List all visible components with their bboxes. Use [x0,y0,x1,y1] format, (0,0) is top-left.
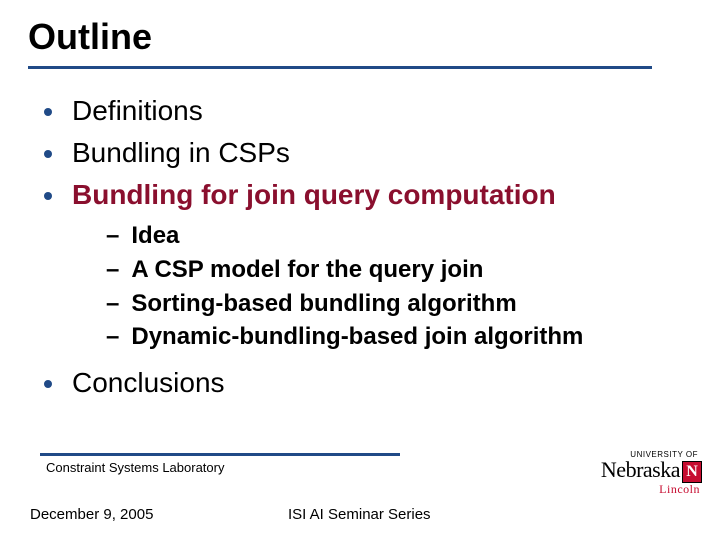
sub-text: Sorting-based bundling algorithm [131,287,516,321]
logo-n-mark-icon: N [682,461,702,483]
dash-icon: – [106,320,119,354]
nebraska-logo: UNIVERSITY OF Nebraska N Lincoln [582,450,702,497]
sub-text: Dynamic-bundling-based join algorithm [131,320,583,354]
bullet-text: Bundling in CSPs [72,134,290,172]
logo-nebraska-text: Nebraska [601,457,680,483]
dash-icon: – [106,253,119,287]
bullet-text: Definitions [72,92,203,130]
bullet-text: Bundling for join query computation [72,176,556,214]
footer-date: December 9, 2005 [30,506,153,523]
sub-text: Idea [131,219,179,253]
sub-text: A CSP model for the query join [131,253,483,287]
logo-main-line: Nebraska N [582,457,702,483]
sub-dynamic-algo: – Dynamic-bundling-based join algorithm [106,320,684,354]
dash-icon: – [106,287,119,321]
bullet-definitions: Definitions [44,92,684,130]
bullet-icon [44,108,52,116]
sub-sorting-algo: – Sorting-based bundling algorithm [106,287,684,321]
footer-rule [40,453,400,456]
sub-list: – Idea – A CSP model for the query join … [106,219,684,353]
lab-name: Constraint Systems Laboratory [46,460,224,475]
logo-lincoln-text: Lincoln [582,482,702,497]
title-rule [28,66,652,69]
dash-icon: – [106,219,119,253]
bullet-bundling-join: Bundling for join query computation [44,176,684,214]
slide: Outline Definitions Bundling in CSPs Bun… [0,0,720,540]
sub-csp-model: – A CSP model for the query join [106,253,684,287]
slide-body: Definitions Bundling in CSPs Bundling fo… [44,92,684,406]
bullet-text: Conclusions [72,364,225,402]
sub-idea: – Idea [106,219,684,253]
bullet-icon [44,192,52,200]
bullet-icon [44,380,52,388]
bullet-icon [44,150,52,158]
slide-title: Outline [28,16,152,58]
bullet-conclusions: Conclusions [44,364,684,402]
footer-series: ISI AI Seminar Series [288,506,431,523]
bullet-bundling-csps: Bundling in CSPs [44,134,684,172]
